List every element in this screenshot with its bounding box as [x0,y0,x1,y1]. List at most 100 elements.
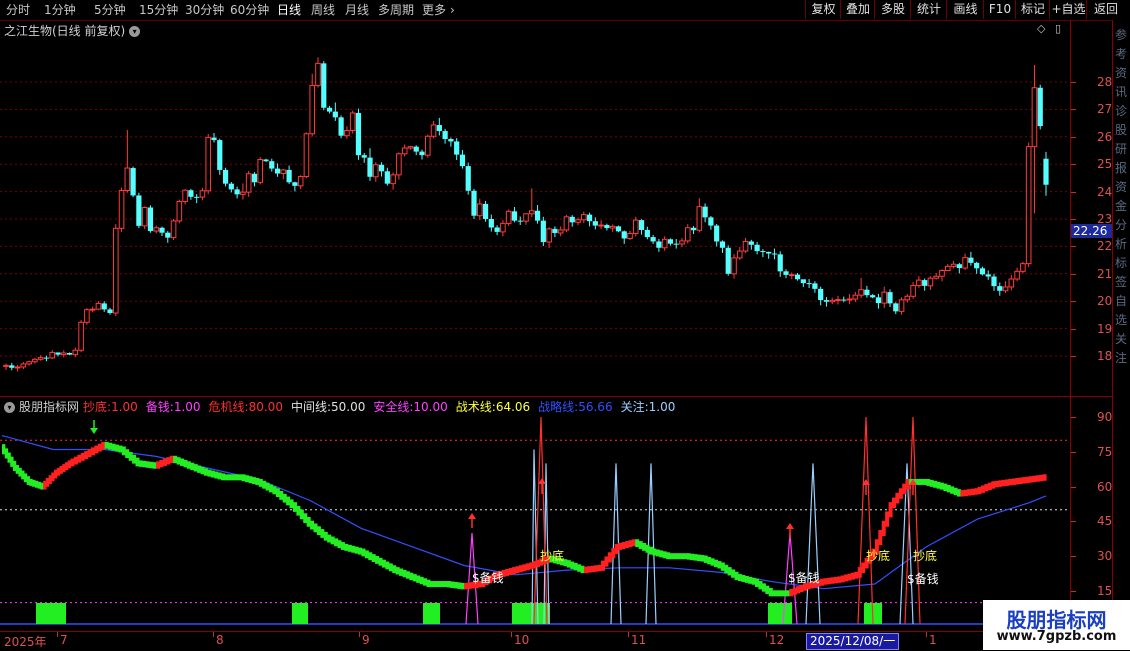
candle-body-down [448,138,454,142]
tactical-segment [741,575,746,582]
candle-body-up [736,250,743,259]
indicator-readout: 安全线:10.00 [373,400,451,414]
period-tab-8[interactable]: 月线 [345,2,369,18]
tactical-segment [375,555,380,564]
tactical-segment [156,461,161,469]
candle-body-down [101,303,107,310]
indicator-chart[interactable]: $备钱 抄底 $备钱 抄底 抄底 $备钱 [0,397,1070,631]
period-tab-3[interactable]: 15分钟 [139,2,178,18]
period-tab-1[interactable]: 1分钟 [44,2,76,18]
candle-body-down [269,161,275,169]
tactical-segment [176,457,181,465]
period-tab-6[interactable]: 日线 [277,2,301,18]
candle-body-down [326,107,333,112]
axis-tick [1071,301,1076,303]
indicator-readout: 中间线:50.00 [291,400,369,414]
toolbar-button-4[interactable]: 画线 [946,0,984,19]
side-strip-char: 析 [1115,237,1128,251]
period-tab-9[interactable]: 多周期 [378,2,414,18]
tactical-segment [118,445,123,453]
date-tick [57,632,58,637]
candle-body-down [806,283,812,285]
period-tab-7[interactable]: 周线 [311,2,335,18]
current-price-label: 22.26 [1071,224,1113,238]
toolbar-button-0[interactable]: 复权 [805,0,841,19]
tactical-segment [727,567,732,576]
indicator-readout: 战术线:64.06 [456,400,534,414]
toolbar-button-3[interactable]: 统计 [910,0,947,19]
tactical-segment [409,572,414,581]
toolbar-button-5[interactable]: F10 [983,0,1016,19]
tactical-segment [132,454,137,464]
period-tab-4[interactable]: 30分钟 [185,2,224,18]
tactical-segment [282,493,287,503]
tactical-segment [761,583,766,592]
tactical-segment [299,509,304,520]
tactical-segment [275,488,280,498]
toolbar-button-2[interactable]: 多股 [874,0,911,19]
tactical-segment [779,590,784,597]
restore-window-icon[interactable]: ▯ [1055,22,1061,35]
candle-body-down [667,239,674,244]
candle-body-up [424,135,431,156]
tactical-segment [690,553,695,561]
candle-body-down [985,274,991,277]
candle-body-down [766,251,772,254]
tactical-segment [666,552,671,560]
candlestick-chart[interactable] [0,20,1070,396]
tactical-segment [957,489,962,497]
signal-block [768,603,792,624]
side-strip-char: 资 [1115,66,1128,80]
candle-body-down [823,300,830,302]
tactical-segment [327,534,332,543]
candle-body-down [552,228,558,233]
period-tab-2[interactable]: 5分钟 [94,2,126,18]
candle-body-down [482,203,489,219]
tactical-segment [1018,477,1023,485]
period-tab-5[interactable]: 60分钟 [230,2,269,18]
tactical-segment [464,582,469,590]
tactical-segment [426,579,431,588]
tactical-segment [193,464,198,472]
circle-chevron-down-icon[interactable]: ▾ [129,26,141,37]
candle-body-down [1043,158,1049,185]
period-tab-10[interactable]: 更多 [422,2,446,18]
candle-body-down [332,111,338,118]
candle-body-down [136,195,142,226]
tactical-segment [703,555,708,563]
candle-body-down [592,221,598,226]
candle-body-down [511,211,518,221]
tactical-segment [453,581,458,589]
candle-body-down [783,271,789,275]
tactical-segment [943,483,948,491]
tactical-segment [207,469,212,477]
tactical-segment [440,581,445,588]
period-tab-0[interactable]: 分时 [6,2,30,18]
tactical-segment [210,470,215,478]
toolbar-button-7[interactable]: +自选 [1049,0,1087,19]
readout-label: 关注: [620,400,649,414]
toolbar-button-6[interactable]: 标记 [1015,0,1050,19]
side-info-strip[interactable]: 参考资讯诊股研报资金分析标签自选关注 [1112,20,1130,631]
tactical-segment [686,553,691,560]
tactical-segment [505,568,510,576]
toolbar-button-8[interactable]: 返回 [1086,0,1125,19]
tactical-segment [693,554,698,561]
indicator-readout: 战略线:56.66 [538,400,616,414]
tactical-segment [991,481,996,489]
diamond-icon[interactable]: ◇ [1037,22,1045,35]
chevron-right-icon[interactable]: › [450,2,455,18]
tactical-segment [125,449,130,459]
candle-body-up [788,274,795,277]
circle-chevron-down-icon[interactable]: ▾ [4,402,15,413]
signal-block [423,603,440,624]
tactical-segment [977,486,982,495]
toolbar-button-1[interactable]: 叠加 [840,0,875,19]
candle-body-up [430,124,437,137]
candle-body-down [887,292,893,304]
candle-body-up [557,229,564,234]
candle-body-down [864,289,870,296]
candle-body-down [748,241,754,245]
candle-body-down [800,279,806,284]
readout-value: 1.00 [173,400,201,414]
